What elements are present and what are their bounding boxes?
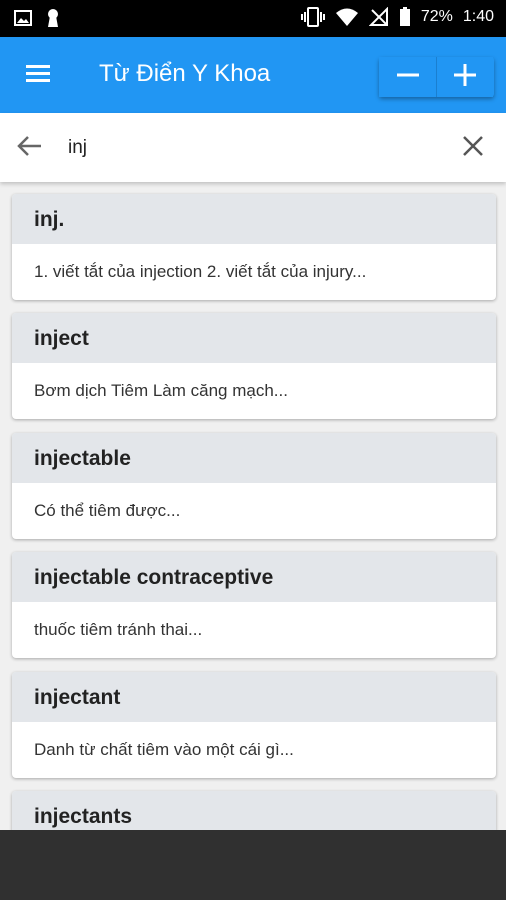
result-term: injectable: [12, 433, 496, 483]
app-bar: Từ Điển Y Khoa: [0, 37, 506, 113]
zoom-out-button[interactable]: [379, 57, 436, 97]
result-term: injectable contraceptive: [12, 552, 496, 602]
no-sim-icon: [368, 7, 389, 27]
results-list: inj. 1. viết tắt của injection 2. viết t…: [0, 182, 506, 830]
result-card[interactable]: inj. 1. viết tắt của injection 2. viết t…: [12, 194, 496, 300]
hamburger-menu-icon: [26, 64, 50, 87]
search-bar: [0, 113, 506, 182]
image-icon: [14, 10, 32, 26]
status-bar: 72% 1:40: [0, 0, 506, 37]
result-card[interactable]: injectable Có thể tiêm được...: [12, 433, 496, 539]
menu-button[interactable]: [20, 57, 56, 93]
vibrate-icon: [300, 7, 325, 27]
clear-search-button[interactable]: [457, 132, 489, 164]
result-term: inj.: [12, 194, 496, 244]
result-card[interactable]: inject Bơm dịch Tiêm Làm căng mạch...: [12, 313, 496, 419]
result-term: injectants: [12, 791, 496, 830]
zoom-in-button[interactable]: [436, 57, 493, 97]
result-definition: thuốc tiêm tránh thai...: [34, 620, 203, 639]
back-button[interactable]: [12, 131, 46, 165]
app-title: Từ Điển Y Khoa: [99, 60, 271, 87]
keyhole-icon: [46, 8, 60, 28]
arrow-left-icon: [16, 135, 42, 162]
zoom-controls: [379, 57, 494, 97]
result-card[interactable]: injectable contraceptive thuốc tiêm trán…: [12, 552, 496, 658]
result-card[interactable]: injectant Danh từ chất tiêm vào một cái …: [12, 672, 496, 778]
result-term: injectant: [12, 672, 496, 722]
result-definition: Bơm dịch Tiêm Làm căng mạch...: [34, 381, 288, 400]
minus-icon: [396, 64, 419, 91]
result-term: inject: [12, 313, 496, 363]
result-definition: Danh từ chất tiêm vào một cái gì...: [34, 740, 294, 759]
result-definition: Có thể tiêm được...: [34, 501, 181, 520]
result-card[interactable]: injectants: [12, 791, 496, 830]
close-icon: [462, 135, 484, 162]
battery-icon: [399, 7, 411, 27]
search-input[interactable]: [68, 133, 438, 163]
battery-percent: 72%: [420, 8, 453, 25]
plus-icon: [454, 63, 476, 91]
clock: 1:40: [462, 8, 494, 25]
navigation-bar: [0, 830, 506, 900]
result-definition: 1. viết tắt của injection 2. viết tắt củ…: [34, 262, 367, 281]
wifi-icon: [335, 7, 359, 27]
